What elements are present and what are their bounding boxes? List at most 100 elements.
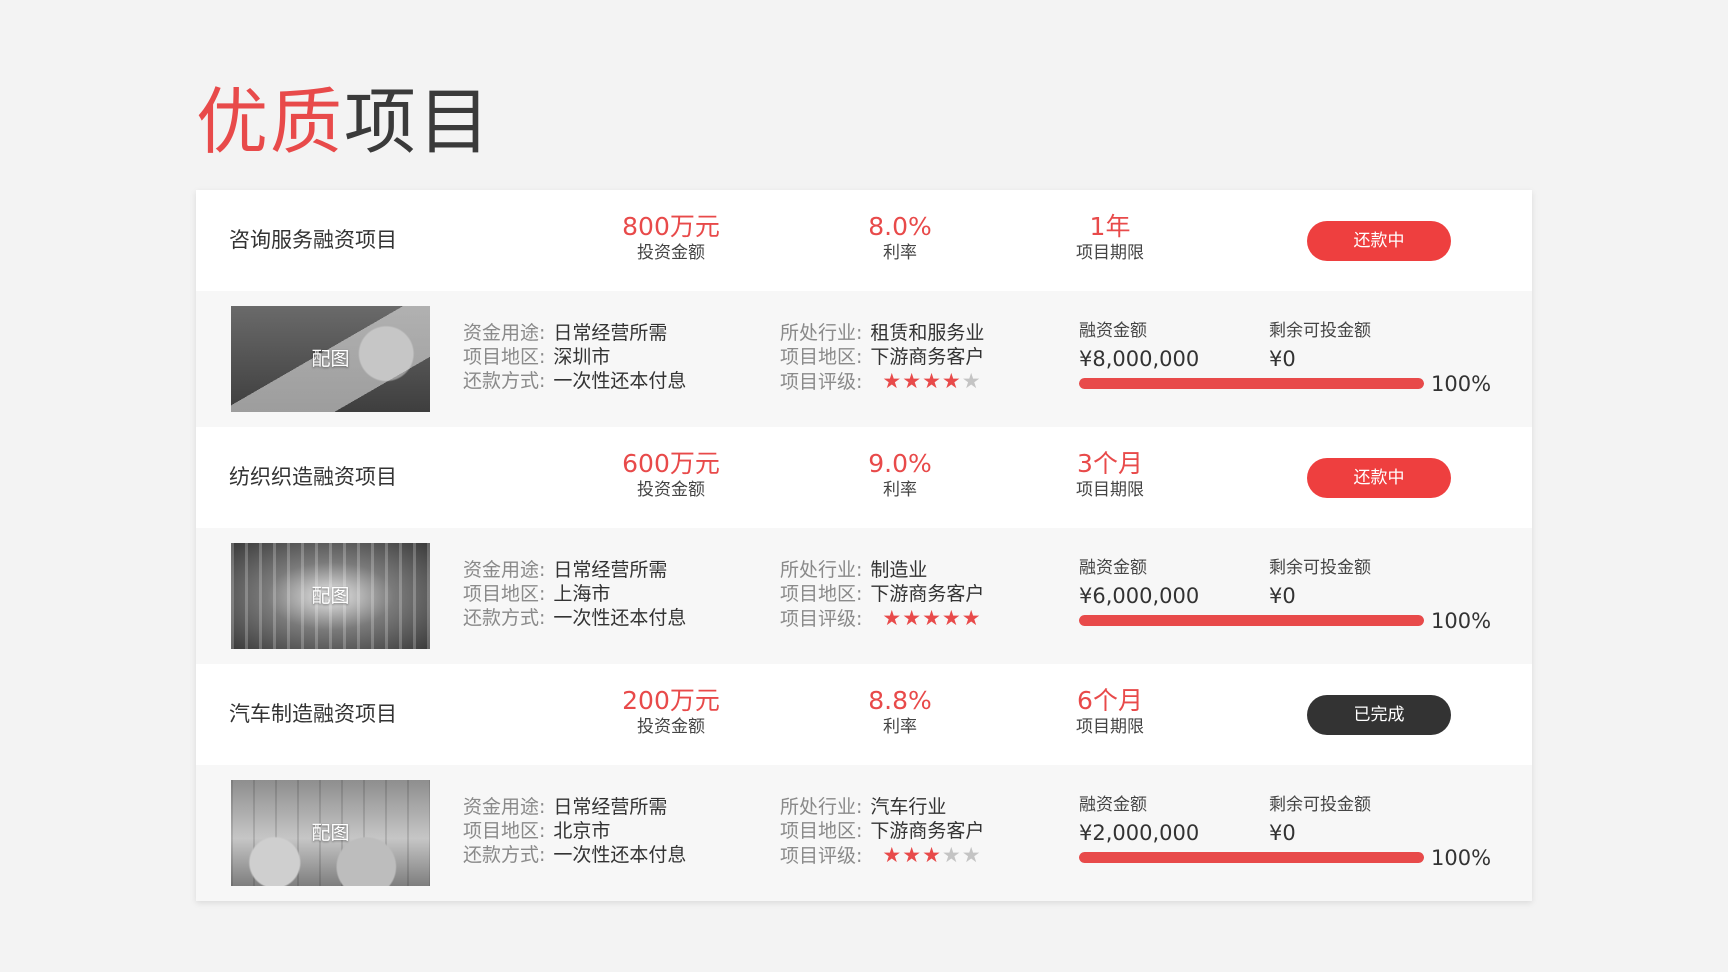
project-term-caption: 项目期限 — [1076, 243, 1144, 263]
project-info-right: 所处行业: 租赁和服务业 项目地区: 下游商务客户 项目评级: ★★★★★ — [780, 321, 984, 393]
financing-label: 融资金额 — [1079, 795, 1147, 815]
project-detail-row: 配图 资金用途: 日常经营所需 项目地区: 上海市 还款方式: 一次性还本付息 所处行… — [196, 528, 1532, 665]
project-card: 汽车制造融资项目 200万元 投资金额 8.8% 利率 6个月 项目期限 已完成… — [196, 664, 1532, 901]
status-badge[interactable]: 已完成 — [1307, 695, 1451, 735]
project-header-row[interactable]: 纺织织造融资项目 600万元 投资金额 9.0% 利率 3个月 项目期限 还款中 — [196, 427, 1532, 528]
remaining-value: ¥0 — [1269, 584, 1296, 608]
progress-fill — [1079, 852, 1424, 863]
info-value: 汽车行业 — [870, 796, 947, 818]
status-badge[interactable]: 还款中 — [1307, 458, 1451, 498]
info-key: 资金用途 — [463, 559, 540, 581]
info-separator: : — [539, 370, 546, 392]
remaining-label: 剩余可投金额 — [1269, 321, 1371, 341]
project-term: 6个月 项目期限 — [1030, 686, 1190, 738]
project-image-label: 配图 — [311, 822, 350, 844]
info-region-2: 项目地区: 下游商务客户 — [780, 819, 984, 843]
progress-fill — [1079, 378, 1424, 389]
progress-bar — [1079, 852, 1424, 863]
info-separator: : — [539, 346, 546, 368]
info-region: 项目地区: 上海市 — [463, 582, 686, 606]
star-icon: ★ — [902, 369, 923, 393]
info-key: 资金用途 — [463, 796, 540, 818]
info-value: 一次性还本付息 — [553, 844, 687, 866]
info-separator: : — [856, 322, 863, 344]
info-separator: : — [539, 796, 546, 818]
star-icon: ★ — [941, 606, 962, 630]
info-separator: : — [856, 796, 863, 818]
info-value: 一次性还本付息 — [553, 607, 687, 629]
info-value: 深圳市 — [553, 346, 611, 368]
info-separator: : — [856, 820, 863, 842]
info-separator: : — [856, 608, 863, 630]
project-detail-row: 配图 资金用途: 日常经营所需 项目地区: 深圳市 还款方式: 一次性还本付息 所处行… — [196, 291, 1532, 428]
star-icon: ★ — [941, 369, 962, 393]
info-rating: 项目评级: ★★★★★ — [780, 843, 984, 867]
project-info-right: 所处行业: 制造业 项目地区: 下游商务客户 项目评级: ★★★★★ — [780, 558, 984, 630]
project-name[interactable]: 汽车制造融资项目 — [229, 700, 397, 728]
info-purpose: 资金用途: 日常经营所需 — [463, 558, 686, 582]
info-separator: : — [856, 583, 863, 605]
project-info-right: 所处行业: 汽车行业 项目地区: 下游商务客户 项目评级: ★★★★★ — [780, 795, 984, 867]
star-icon: ★ — [922, 606, 942, 630]
project-header-row[interactable]: 咨询服务融资项目 800万元 投资金额 8.0% 利率 1年 项目期限 还款中 — [196, 190, 1532, 291]
investment-amount-value: 800万元 — [622, 212, 720, 241]
interest-rate-value: 9.0% — [868, 449, 932, 478]
info-rating: 项目评级: ★★★★★ — [780, 369, 984, 393]
info-industry: 所处行业: 租赁和服务业 — [780, 321, 984, 345]
info-key: 资金用途 — [463, 322, 540, 344]
info-value: 日常经营所需 — [553, 796, 668, 818]
project-image-label: 配图 — [311, 585, 350, 607]
star-icon: ★ — [882, 369, 903, 393]
project-term-caption: 项目期限 — [1076, 480, 1144, 500]
remaining-label: 剩余可投金额 — [1269, 558, 1371, 578]
interest-rate-value: 8.0% — [868, 212, 932, 241]
remaining-label: 剩余可投金额 — [1269, 795, 1371, 815]
info-key: 项目评级 — [780, 845, 857, 867]
star-icon: ★ — [922, 843, 942, 867]
project-card: 纺织织造融资项目 600万元 投资金额 9.0% 利率 3个月 项目期限 还款中… — [196, 427, 1532, 665]
project-header-row[interactable]: 汽车制造融资项目 200万元 投资金额 8.8% 利率 6个月 项目期限 已完成 — [196, 664, 1532, 765]
star-icon: ★ — [902, 606, 923, 630]
info-industry: 所处行业: 制造业 — [780, 558, 984, 582]
info-repayment: 还款方式: 一次性还本付息 — [463, 843, 686, 867]
info-purpose: 资金用途: 日常经营所需 — [463, 321, 686, 345]
progress-bar — [1079, 378, 1424, 389]
star-icon: ★ — [882, 843, 903, 867]
info-region-2: 项目地区: 下游商务客户 — [780, 345, 984, 369]
info-key: 项目地区 — [780, 820, 857, 842]
remaining-value: ¥0 — [1269, 821, 1296, 845]
star-icon: ★ — [961, 369, 982, 393]
financing-value: ¥6,000,000 — [1079, 584, 1200, 608]
investment-amount-value: 200万元 — [622, 686, 720, 715]
info-repayment: 还款方式: 一次性还本付息 — [463, 606, 686, 630]
project-image: 配图 — [231, 306, 430, 412]
info-separator: : — [856, 845, 863, 867]
info-key: 还款方式 — [463, 844, 540, 866]
progress-bar — [1079, 615, 1424, 626]
project-info-left: 资金用途: 日常经营所需 项目地区: 北京市 还款方式: 一次性还本付息 — [463, 795, 686, 867]
interest-rate: 8.0% 利率 — [820, 212, 980, 264]
status-badge[interactable]: 还款中 — [1307, 221, 1451, 261]
star-icon: ★ — [902, 843, 923, 867]
progress-percent: 100% — [1431, 846, 1492, 870]
project-name[interactable]: 纺织织造融资项目 — [229, 463, 397, 491]
info-value: 日常经营所需 — [553, 559, 668, 581]
info-separator: : — [539, 583, 546, 605]
info-value: 日常经营所需 — [553, 322, 668, 344]
info-separator: : — [856, 371, 863, 393]
info-rating: 项目评级: ★★★★★ — [780, 606, 984, 630]
investment-amount: 600万元 投资金额 — [591, 449, 751, 501]
project-name[interactable]: 咨询服务融资项目 — [229, 226, 397, 254]
project-term-value: 6个月 — [1077, 686, 1143, 715]
info-purpose: 资金用途: 日常经营所需 — [463, 795, 686, 819]
info-value: 制造业 — [870, 559, 928, 581]
project-term-value: 3个月 — [1077, 449, 1143, 478]
info-value: 上海市 — [553, 583, 611, 605]
project-info-left: 资金用途: 日常经营所需 项目地区: 深圳市 还款方式: 一次性还本付息 — [463, 321, 686, 393]
interest-rate-value: 8.8% — [868, 686, 932, 715]
star-icon: ★ — [922, 369, 942, 393]
project-term: 1年 项目期限 — [1030, 212, 1190, 264]
remaining-value: ¥0 — [1269, 347, 1296, 371]
interest-rate: 9.0% 利率 — [820, 449, 980, 501]
star-icon: ★ — [961, 843, 982, 867]
